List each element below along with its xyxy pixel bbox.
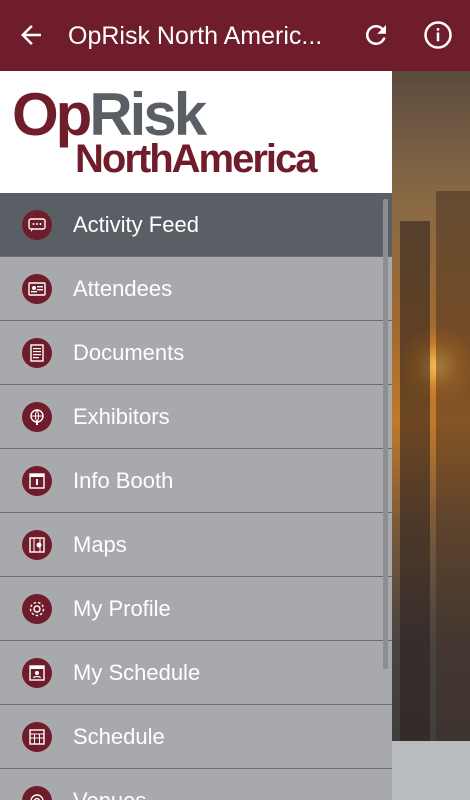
info-booth-icon bbox=[22, 466, 52, 496]
menu-item-label: Info Booth bbox=[73, 468, 174, 493]
menu-item-label: My Schedule bbox=[73, 660, 201, 685]
menu-item-attendees[interactable]: Attendees bbox=[0, 257, 392, 321]
chat-bubble-icon bbox=[22, 210, 52, 240]
menu-item-venues[interactable]: Venues bbox=[0, 769, 392, 800]
calendar-person-icon bbox=[22, 658, 52, 688]
document-icon bbox=[22, 338, 52, 368]
info-icon[interactable] bbox=[423, 20, 453, 50]
back-arrow-icon[interactable] bbox=[16, 20, 46, 50]
navigation-drawer: OpRisk NorthAmerica Activity Feed Attende… bbox=[0, 71, 392, 800]
menu-item-label: Maps bbox=[73, 532, 127, 557]
refresh-icon[interactable] bbox=[361, 20, 391, 50]
app-title: OpRisk North Americ... bbox=[68, 22, 323, 50]
drawer-scrollbar[interactable] bbox=[383, 199, 388, 669]
menu-item-schedule[interactable]: Schedule bbox=[0, 705, 392, 769]
menu-item-label: Exhibitors bbox=[73, 404, 170, 429]
menu-item-label: Schedule bbox=[73, 724, 165, 749]
menu-item-activity-feed[interactable]: Activity Feed bbox=[0, 193, 392, 257]
menu-item-my-profile[interactable]: My Profile bbox=[0, 577, 392, 641]
menu-item-label: Attendees bbox=[73, 276, 173, 301]
event-logo: OpRisk NorthAmerica bbox=[0, 71, 392, 193]
menu-item-documents[interactable]: Documents bbox=[0, 321, 392, 385]
menu-item-maps[interactable]: Maps bbox=[0, 513, 392, 577]
venue-icon bbox=[22, 786, 52, 800]
menu-item-exhibitors[interactable]: Exhibitors bbox=[0, 385, 392, 449]
gear-icon bbox=[22, 594, 52, 624]
menu-item-label: Documents bbox=[73, 340, 185, 365]
menu-item-label: Activity Feed bbox=[73, 212, 199, 237]
app-bar: OpRisk North Americ... bbox=[0, 0, 470, 71]
background-city-image bbox=[392, 71, 470, 800]
menu-item-label: My Profile bbox=[73, 596, 171, 621]
globe-icon bbox=[22, 402, 52, 432]
map-icon bbox=[22, 530, 52, 560]
calendar-grid-icon bbox=[22, 722, 52, 752]
menu-item-label: Venues bbox=[73, 786, 146, 800]
id-card-icon bbox=[22, 274, 52, 304]
menu-item-my-schedule[interactable]: My Schedule bbox=[0, 641, 392, 705]
menu-item-info-booth[interactable]: Info Booth bbox=[0, 449, 392, 513]
